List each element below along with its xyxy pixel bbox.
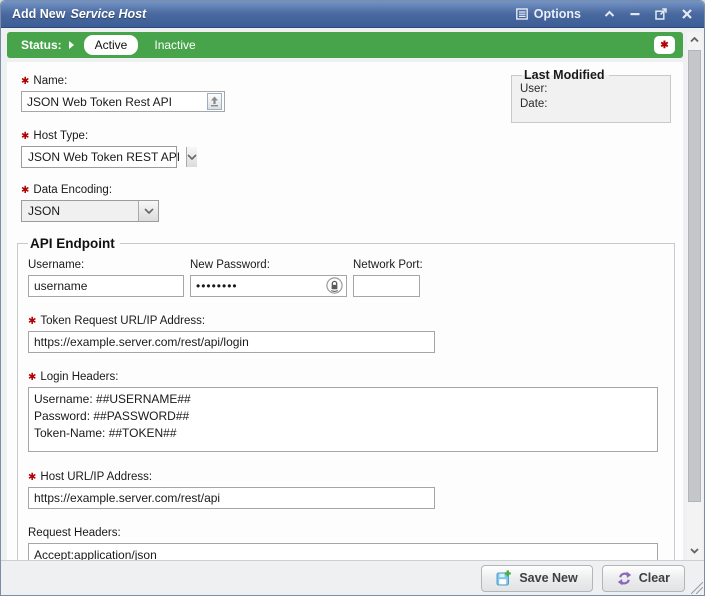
password-lock-icon[interactable]	[326, 277, 343, 294]
chevron-down-icon	[138, 201, 158, 221]
data-encoding-label: ✱ Data Encoding:	[21, 184, 679, 196]
refresh-icon	[617, 571, 632, 586]
name-field-addon-icon[interactable]	[207, 93, 222, 110]
dialog-body: Status: Active Inactive ✱ Last Modified …	[1, 28, 704, 560]
tab-active[interactable]: Active	[84, 35, 139, 55]
required-asterisk: ✱	[21, 76, 29, 87]
scrollbar-thumb[interactable]	[688, 50, 701, 502]
save-new-label: Save New	[519, 571, 577, 585]
options-list-icon	[516, 8, 528, 20]
username-label: Username:	[28, 259, 184, 271]
minimize-icon[interactable]	[630, 9, 640, 19]
add-service-host-dialog: Add New Service Host Options	[0, 0, 705, 596]
name-label-text: Name:	[33, 75, 67, 87]
host-url-input[interactable]	[28, 487, 435, 509]
required-badge: ✱	[654, 36, 675, 54]
password-input-wrap	[190, 275, 347, 297]
name-input-wrap	[21, 91, 225, 112]
popout-icon[interactable]	[655, 8, 667, 20]
host-type-select[interactable]: JSON Web Token REST API	[21, 146, 177, 168]
options-label: Options	[534, 7, 581, 21]
host-url-label: ✱ Host URL/IP Address:	[28, 471, 664, 483]
dialog-title: Add New Service Host	[12, 7, 146, 21]
form-panel: Last Modified User: Date: ✱ Name:	[7, 62, 683, 560]
request-headers-textarea[interactable]: Accept:application/json Content-Type:app…	[28, 543, 658, 560]
login-headers-label: ✱ Login Headers:	[28, 371, 664, 383]
close-icon[interactable]	[682, 9, 692, 19]
host-type-label-text: Host Type:	[33, 130, 88, 142]
footer-bar: Save New Clear	[1, 560, 704, 595]
dialog-title-emphasis: Service Host	[70, 7, 146, 21]
dialog-title-prefix: Add New	[12, 7, 65, 21]
credentials-row: Username: New Password:	[28, 257, 664, 297]
titlebar-controls: Options	[516, 7, 692, 21]
host-type-value: JSON Web Token REST API	[22, 147, 186, 167]
required-asterisk: ✱	[28, 316, 36, 327]
network-port-input[interactable]	[353, 275, 420, 297]
data-encoding-label-text: Data Encoding:	[33, 184, 112, 196]
new-password-label: New Password:	[190, 259, 347, 271]
host-type-label: ✱ Host Type:	[21, 130, 679, 142]
tab-inactive[interactable]: Inactive	[154, 38, 195, 52]
password-field-group: New Password:	[190, 257, 347, 297]
status-label: Status:	[21, 38, 62, 52]
required-asterisk: ✱	[28, 372, 36, 383]
data-encoding-value: JSON	[22, 201, 138, 221]
resize-handle[interactable]	[691, 582, 703, 594]
clear-button[interactable]: Clear	[602, 565, 685, 592]
required-asterisk: ✱	[28, 472, 36, 483]
name-input[interactable]	[21, 91, 225, 112]
vertical-scrollbar[interactable]	[687, 32, 702, 560]
required-asterisk: ✱	[21, 185, 29, 196]
required-asterisk: ✱	[21, 131, 29, 142]
data-encoding-select[interactable]: JSON	[21, 200, 159, 222]
token-request-url-input[interactable]	[28, 331, 435, 353]
api-endpoint-group: API Endpoint Username: New Password:	[17, 236, 675, 560]
token-request-url-label: ✱ Token Request URL/IP Address:	[28, 315, 664, 327]
last-modified-user-label: User:	[520, 83, 662, 95]
scroll-up-icon[interactable]	[687, 32, 702, 48]
chevron-down-icon	[186, 147, 197, 167]
login-headers-textarea[interactable]: Username: ##USERNAME## Password: ##PASSW…	[28, 387, 658, 452]
save-icon	[496, 570, 512, 586]
save-new-button[interactable]: Save New	[481, 565, 592, 592]
network-port-label: Network Port:	[353, 259, 420, 271]
status-bar: Status: Active Inactive ✱	[7, 32, 683, 58]
scroll-down-icon[interactable]	[687, 543, 702, 559]
last-modified-title: Last Modified	[522, 68, 609, 82]
options-menu-button[interactable]: Options	[516, 7, 581, 21]
last-modified-date-label: Date:	[520, 98, 662, 110]
host-url-label-text: Host URL/IP Address:	[40, 471, 152, 483]
token-request-url-label-text: Token Request URL/IP Address:	[40, 315, 205, 327]
clear-label: Clear	[639, 571, 670, 585]
last-modified-group: Last Modified User: Date:	[511, 68, 671, 123]
login-headers-label-text: Login Headers:	[40, 371, 118, 383]
collapse-chevron-icon[interactable]	[604, 10, 615, 18]
network-port-field-group: Network Port:	[353, 257, 420, 297]
request-headers-label: Request Headers:	[28, 527, 664, 539]
username-field-group: Username:	[28, 257, 184, 297]
content-column: Status: Active Inactive ✱ Last Modified …	[7, 32, 683, 560]
titlebar: Add New Service Host Options	[1, 1, 704, 28]
username-input[interactable]	[28, 275, 184, 297]
status-arrow-icon	[69, 41, 74, 49]
new-password-input[interactable]	[190, 275, 347, 297]
api-endpoint-title: API Endpoint	[28, 236, 120, 251]
